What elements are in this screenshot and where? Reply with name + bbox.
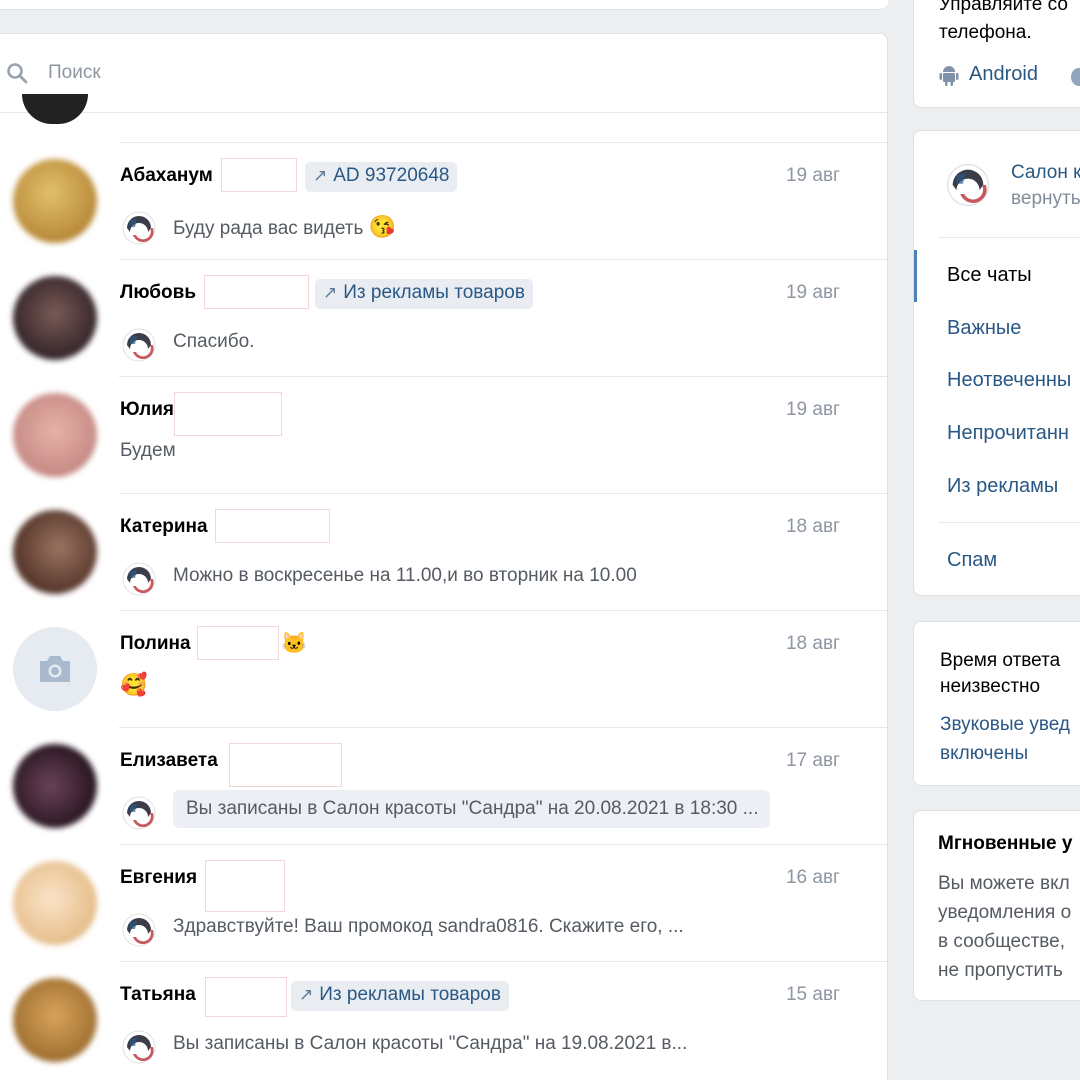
list-item[interactable]: Елизавета 17 авг Вы записаны в Салон кра… <box>0 727 887 844</box>
message-date: 19 авг <box>785 282 840 303</box>
list-item[interactable]: Любовь ↗ Из рекламы товаров 19 авг Спасиб… <box>0 259 887 376</box>
redacted-surname <box>215 509 330 543</box>
filter-unread[interactable]: Непрочитанн <box>947 422 1069 445</box>
avatar[interactable] <box>13 393 97 477</box>
message-date: 18 авг <box>785 633 840 654</box>
search-input[interactable] <box>48 58 648 88</box>
message-preview: Можно в воскресенье на 11.00,и во вторни… <box>173 565 637 586</box>
group-avatar-icon <box>121 327 157 363</box>
ad-source-badge[interactable]: ↗ AD 93720648 <box>305 162 458 192</box>
active-filter-indicator <box>914 250 917 302</box>
message-date: 17 авг <box>785 750 840 771</box>
arrow-up-right-icon: ↗ <box>323 283 338 302</box>
unread-message-preview: Вы записаны в Салон красоты "Сандра" на … <box>173 790 771 828</box>
android-label: Android <box>969 63 1038 85</box>
top-card-edge <box>0 0 888 10</box>
app-promo-text: телефона. <box>939 22 1032 43</box>
message-date: 18 авг <box>785 516 840 537</box>
smiling-hearts-emoji-icon: 🥰 <box>120 672 148 697</box>
android-link[interactable]: Android <box>939 63 1038 86</box>
avatar[interactable] <box>22 94 88 124</box>
redacted-surname <box>204 275 309 309</box>
instant-notifications-card: Мгновенные у Вы можете вкл уведомления о… <box>913 810 1080 1001</box>
redacted-surname <box>197 626 279 660</box>
contact-name: Катерина <box>120 516 208 537</box>
redacted-surname <box>205 860 285 912</box>
response-time-text: Время ответа неизвестно <box>940 650 1061 697</box>
message-preview: Буду рада вас видеть 😘 <box>173 214 397 239</box>
filter-important[interactable]: Важные <box>947 317 1021 340</box>
badge-label: AD 93720648 <box>333 165 450 186</box>
group-avatar-icon <box>121 1029 157 1065</box>
message-date: 16 авг <box>785 867 840 888</box>
redacted-surname <box>221 158 297 192</box>
list-item[interactable]: Катерина 18 авг Можно в воскресенье на 1… <box>0 493 887 610</box>
message-preview: Спасибо. <box>173 331 255 352</box>
group-name-link[interactable]: Салон к <box>1011 162 1080 184</box>
list-item[interactable]: Юлия 19 авг Будем <box>0 376 887 493</box>
filter-from-ads[interactable]: Из рекламы <box>947 475 1058 498</box>
camera-icon <box>40 656 70 682</box>
avatar[interactable] <box>13 861 97 945</box>
avatar[interactable] <box>13 159 97 243</box>
filter-unanswered[interactable]: Неотвеченны <box>947 369 1071 392</box>
apple-icon[interactable] <box>1071 68 1080 86</box>
instant-notifications-text: Вы можете вкл уведомления о в сообществе… <box>938 873 1072 981</box>
redacted-surname <box>229 743 342 787</box>
message-preview: Будем <box>120 440 176 461</box>
divider <box>938 237 1080 238</box>
kiss-emoji-icon: 😘 <box>368 214 397 239</box>
message-preview: Вы записаны в Салон красоты "Сандра" на … <box>173 1033 688 1054</box>
search-icon <box>7 63 28 84</box>
group-avatar-icon <box>121 561 157 597</box>
ad-source-badge[interactable]: ↗ Из рекламы товаров <box>291 981 509 1011</box>
contact-name: Полина <box>120 633 191 654</box>
contact-name: Татьяна <box>120 984 196 1005</box>
arrow-up-right-icon: ↗ <box>299 985 314 1004</box>
contact-name: Любовь <box>120 282 197 303</box>
app-promo-text: Управляйте со <box>939 0 1068 15</box>
message-preview: Здравствуйте! Ваш промокод sandra0816. С… <box>173 916 684 937</box>
android-icon <box>939 65 959 86</box>
list-item[interactable]: Абаханум ↗ AD 93720648 19 авг Буду рада в… <box>0 142 887 259</box>
avatar[interactable] <box>13 978 97 1062</box>
avatar[interactable] <box>13 510 97 594</box>
ad-source-badge[interactable]: ↗ Из рекламы товаров <box>315 279 533 309</box>
list-item[interactable]: Полина 🐱 18 авг 🥰 <box>0 610 887 727</box>
list-item[interactable]: Евгения 16 авг Здравствуйте! Ваш промоко… <box>0 844 887 961</box>
redacted-surname <box>205 977 287 1017</box>
divider <box>938 522 1080 523</box>
group-avatar-icon <box>946 163 990 207</box>
group-avatar-icon <box>121 210 157 246</box>
response-time-card: Время ответа неизвестно Звуковые увед вклю… <box>913 621 1080 786</box>
dialogs-panel: Абаханум ↗ AD 93720648 19 авг Буду рада в… <box>0 33 888 1080</box>
avatar[interactable] <box>13 627 97 711</box>
contact-name: Абаханум <box>120 165 213 186</box>
message-date: 15 авг <box>785 984 840 1005</box>
sound-notifications-link[interactable]: Звуковые увед включены <box>940 710 1070 768</box>
group-subtitle[interactable]: вернуть <box>1011 188 1080 210</box>
list-item[interactable]: Татьяна ↗ Из рекламы товаров 15 авг Вы за… <box>0 961 887 1078</box>
contact-name: Евгения <box>120 867 198 888</box>
chat-filters-card: Салон к вернуть Все чаты Важные Неотвече… <box>913 130 1080 596</box>
contact-name: Елизавета <box>120 750 218 771</box>
contact-name: Юлия <box>120 399 174 420</box>
message-date: 19 авг <box>785 165 840 186</box>
badge-label: Из рекламы товаров <box>343 282 525 303</box>
redacted-surname <box>174 392 282 436</box>
mobile-app-card: Управляйте со телефона. Android <box>913 0 1080 108</box>
avatar[interactable] <box>13 744 97 828</box>
search-bar <box>0 34 887 113</box>
cat-emoji-icon: 🐱 <box>281 632 308 655</box>
filter-all-chats[interactable]: Все чаты <box>947 264 1032 287</box>
badge-label: Из рекламы товаров <box>319 984 501 1005</box>
instant-notifications-title: Мгновенные у <box>938 833 1073 854</box>
group-avatar-icon <box>121 795 157 831</box>
filter-spam[interactable]: Спам <box>947 549 997 572</box>
arrow-up-right-icon: ↗ <box>313 166 328 185</box>
message-date: 19 авг <box>785 399 840 420</box>
group-avatar-icon <box>121 912 157 948</box>
avatar[interactable] <box>13 276 97 360</box>
